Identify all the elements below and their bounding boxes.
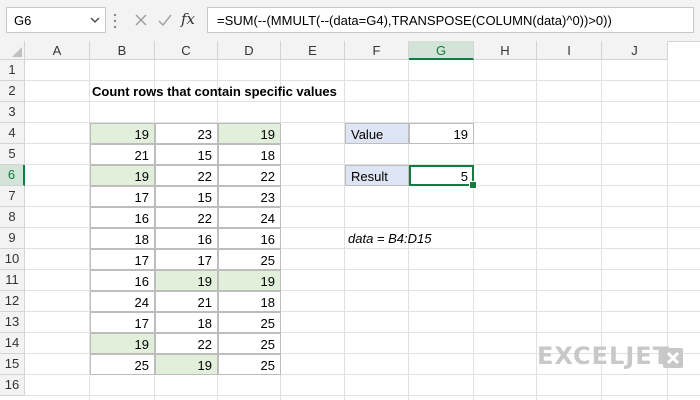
- data-cell-b5[interactable]: 21: [90, 144, 155, 165]
- data-cell-d4[interactable]: 19: [218, 123, 281, 144]
- data-cell-d11[interactable]: 19: [218, 270, 281, 291]
- formula-bar: G6 fx =SUM(--(MMULT(--(data=G4),TRANSPOS…: [0, 0, 700, 42]
- data-cell-b8[interactable]: 16: [90, 207, 155, 228]
- data-cell-b7[interactable]: 17: [90, 186, 155, 207]
- data-cell-b13[interactable]: 17: [90, 312, 155, 333]
- column-header-c[interactable]: C: [155, 41, 218, 60]
- data-cell-c7[interactable]: 15: [155, 186, 218, 207]
- data-cell-c11[interactable]: 19: [155, 270, 218, 291]
- column-header-b[interactable]: B: [90, 41, 155, 60]
- data-cell-c5[interactable]: 15: [155, 144, 218, 165]
- data-cell-c6[interactable]: 22: [155, 165, 218, 186]
- data-cell-c12[interactable]: 21: [155, 291, 218, 312]
- data-cell-d10[interactable]: 25: [218, 249, 281, 270]
- data-cell-c10[interactable]: 17: [155, 249, 218, 270]
- named-range-note: data = B4:D15: [348, 231, 432, 246]
- data-cell-d12[interactable]: 18: [218, 291, 281, 312]
- exceljet-logo: EXCELJET: [537, 342, 671, 370]
- column-header-a[interactable]: A: [25, 41, 90, 60]
- formula-text: =SUM(--(MMULT(--(data=G4),TRANSPOSE(COLU…: [217, 13, 612, 28]
- name-box[interactable]: G6: [6, 7, 106, 33]
- data-cell-b4[interactable]: 19: [90, 123, 155, 144]
- row-header-4[interactable]: 4: [0, 123, 25, 144]
- data-cell-b12[interactable]: 24: [90, 291, 155, 312]
- row-header-15[interactable]: 15: [0, 354, 25, 375]
- data-cell-d7[interactable]: 23: [218, 186, 281, 207]
- data-cell-c14[interactable]: 22: [155, 333, 218, 354]
- fill-handle[interactable]: [469, 181, 477, 189]
- select-all-icon: [12, 47, 22, 57]
- data-cell-d15[interactable]: 25: [218, 354, 281, 375]
- data-cell-d6[interactable]: 22: [218, 165, 281, 186]
- select-all-corner[interactable]: [0, 41, 25, 60]
- data-cell-c13[interactable]: 18: [155, 312, 218, 333]
- row-header-2[interactable]: 2: [0, 81, 25, 102]
- cancel-icon[interactable]: [133, 12, 149, 28]
- enter-check-icon[interactable]: [157, 12, 173, 28]
- row-header-16[interactable]: 16: [0, 375, 25, 396]
- name-box-value: G6: [14, 13, 32, 28]
- data-cell-d9[interactable]: 16: [218, 228, 281, 249]
- formula-buttons: fx: [125, 7, 203, 33]
- data-cell-b6[interactable]: 19: [90, 165, 155, 186]
- row-header-8[interactable]: 8: [0, 207, 25, 228]
- row-header-3[interactable]: 3: [0, 102, 25, 123]
- row-header-7[interactable]: 7: [0, 186, 25, 207]
- column-header-d[interactable]: D: [218, 41, 281, 60]
- column-header-h[interactable]: H: [474, 41, 537, 60]
- row-header-12[interactable]: 12: [0, 291, 25, 312]
- data-cell-d14[interactable]: 25: [218, 333, 281, 354]
- data-cell-b9[interactable]: 18: [90, 228, 155, 249]
- value-input[interactable]: 19: [409, 123, 474, 144]
- chevron-down-icon[interactable]: [90, 16, 100, 24]
- row-header-11[interactable]: 11: [0, 270, 25, 291]
- row-header-9[interactable]: 9: [0, 228, 25, 249]
- data-cell-c8[interactable]: 22: [155, 207, 218, 228]
- data-cell-b15[interactable]: 25: [90, 354, 155, 375]
- data-cell-c9[interactable]: 16: [155, 228, 218, 249]
- data-cell-c4[interactable]: 23: [155, 123, 218, 144]
- row-header-13[interactable]: 13: [0, 312, 25, 333]
- data-cell-b10[interactable]: 17: [90, 249, 155, 270]
- column-header-j[interactable]: J: [602, 41, 668, 60]
- value-label[interactable]: Value: [345, 123, 409, 144]
- row-header-1[interactable]: 1: [0, 60, 25, 81]
- row-header-14[interactable]: 14: [0, 333, 25, 354]
- data-cell-c15[interactable]: 19: [155, 354, 218, 375]
- data-cell-d8[interactable]: 24: [218, 207, 281, 228]
- formula-input[interactable]: =SUM(--(MMULT(--(data=G4),TRANSPOSE(COLU…: [207, 7, 694, 33]
- row-header-6[interactable]: 6: [0, 165, 25, 186]
- insert-function-icon[interactable]: fx: [181, 10, 201, 28]
- sheet-title: Count rows that contain specific values: [92, 84, 337, 99]
- row-header-10[interactable]: 10: [0, 249, 25, 270]
- column-header-g[interactable]: G: [409, 41, 474, 60]
- exceljet-logo-icon: [663, 348, 683, 368]
- result-cell-selected[interactable]: 5: [409, 165, 474, 186]
- column-header-f[interactable]: F: [345, 41, 409, 60]
- data-cell-b14[interactable]: 19: [90, 333, 155, 354]
- row-header-5[interactable]: 5: [0, 144, 25, 165]
- data-cell-d13[interactable]: 25: [218, 312, 281, 333]
- column-header-e[interactable]: E: [281, 41, 345, 60]
- more-options-icon[interactable]: [113, 13, 117, 29]
- column-header-i[interactable]: I: [537, 41, 602, 60]
- data-cell-b11[interactable]: 16: [90, 270, 155, 291]
- data-cell-d5[interactable]: 18: [218, 144, 281, 165]
- gridline-horizontal: [25, 395, 700, 396]
- result-label[interactable]: Result: [345, 165, 409, 186]
